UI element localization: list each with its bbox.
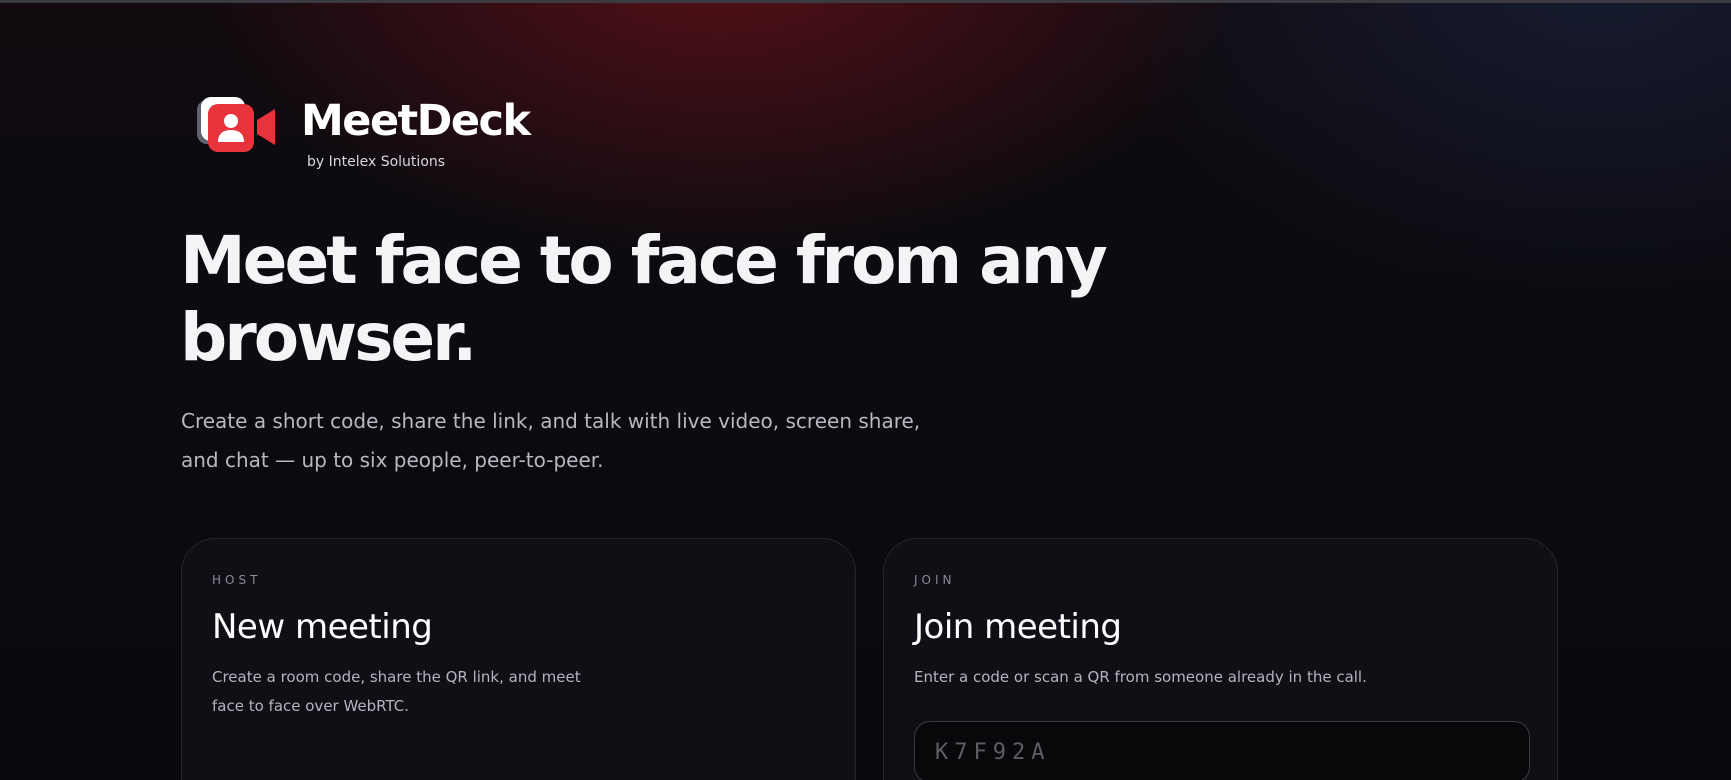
host-eyebrow: HOST (212, 573, 262, 587)
hero-subtitle: Create a short code, share the link, and… (181, 409, 921, 472)
landing-page: MeetDeck by Intelex Solutions Meet face … (0, 0, 1731, 780)
join-eyebrow: JOIN (914, 573, 956, 587)
hero-title: Meet face to face from any browser. (180, 222, 1108, 376)
meeting-code-input[interactable] (914, 721, 1530, 780)
join-meeting-title: Join meeting (914, 607, 1122, 647)
new-meeting-title: New meeting (212, 607, 433, 647)
join-card: JOIN Join meeting Enter a code or scan a… (883, 538, 1558, 780)
top-border (0, 0, 1731, 3)
video-camera-user-icon (197, 97, 275, 152)
brand-byline: by Intelex Solutions (307, 154, 446, 170)
new-meeting-description: Create a room code, share the QR link, a… (212, 668, 581, 715)
join-meeting-description: Enter a code or scan a QR from someone a… (914, 668, 1367, 686)
host-card: HOST New meeting Create a room code, sha… (181, 538, 856, 780)
brand-name: MeetDeck (301, 96, 531, 146)
brand-logo[interactable]: MeetDeck by Intelex Solutions (195, 96, 555, 176)
